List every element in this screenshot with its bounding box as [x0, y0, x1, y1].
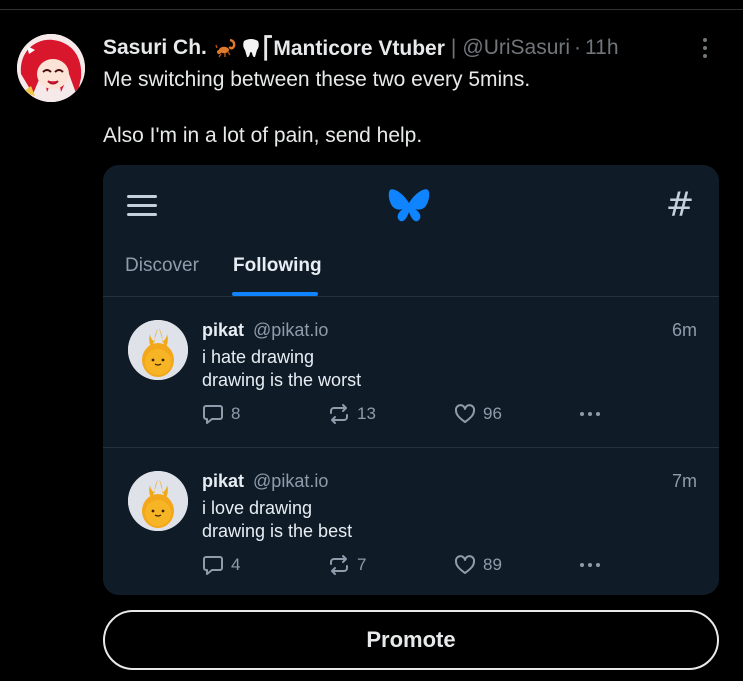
reply-count: 8: [231, 404, 241, 423]
active-tab-indicator: [232, 292, 318, 296]
post-body-line: drawing is the best: [202, 521, 353, 541]
like-action: 89: [454, 553, 502, 577]
tab-discover: Discover: [125, 255, 199, 276]
like-icon: [454, 404, 476, 423]
author-avatar[interactable]: [17, 34, 85, 102]
tooth-emoji-icon: [241, 37, 261, 59]
promote-button[interactable]: Promote: [103, 610, 719, 670]
repost-action: 7: [328, 553, 366, 577]
post-author-name: pikat: [202, 320, 245, 340]
hashtag-icon: #: [665, 185, 695, 225]
post-body-line: i hate drawing: [202, 347, 315, 367]
post-more-icon: [580, 402, 600, 426]
post-avatar: [128, 471, 188, 531]
post-header: pikat @pikat.io: [202, 320, 328, 341]
tweet-text-line: Me switching between these two every 5mi…: [103, 68, 531, 91]
author-display-name-suffix[interactable]: ⎡Manticore Vtuber: [263, 36, 445, 61]
repost-action: 13: [328, 402, 376, 426]
post-body: i love drawing drawing is the best: [202, 497, 352, 543]
post-header: pikat @pikat.io: [202, 471, 328, 492]
post-body-line: drawing is the worst: [202, 370, 362, 390]
post-actions: 8 13 96: [202, 402, 622, 426]
more-options-icon[interactable]: [694, 36, 716, 60]
post-actions: 4 7 89: [202, 553, 622, 577]
post-author-handle: @pikat.io: [253, 320, 329, 340]
author-display-name[interactable]: Sasuri Ch.: [103, 36, 207, 60]
embedded-image-card[interactable]: # Discover Following pikat @pikat.io 6m: [103, 165, 719, 595]
feed-post: pikat @pikat.io 7m i love drawing drawin…: [103, 449, 719, 595]
post-avatar: [128, 320, 188, 380]
post-body-line: i love drawing: [202, 498, 313, 518]
tab-following: Following: [233, 255, 322, 276]
post-timestamp: 6m: [671, 320, 697, 340]
header-separator: |: [450, 36, 457, 59]
repost-count: 13: [357, 404, 376, 423]
tweet-text-spacer: [103, 94, 530, 122]
post-body: i hate drawing drawing is the worst: [202, 346, 361, 392]
tweet-timestamp[interactable]: 11h: [585, 36, 618, 60]
like-icon: [454, 555, 476, 574]
post-timestamp: 7m: [671, 471, 697, 491]
tweet-text: Me switching between these two every 5mi…: [103, 66, 530, 150]
post-author-handle: @pikat.io: [253, 471, 329, 491]
like-count: 89: [483, 555, 502, 574]
scorpion-emoji-icon: [215, 37, 237, 59]
reply-action: 4: [202, 553, 240, 577]
post-more-icon: [580, 553, 600, 577]
tweet-header: Sasuri Ch. ⎡Manticore Vtuber | @UriSasur…: [103, 34, 619, 62]
author-handle[interactable]: @UriSasuri: [462, 36, 570, 60]
header-dot: ·: [574, 36, 582, 59]
like-count: 96: [483, 404, 502, 423]
feed-tabs: Discover Following: [103, 245, 719, 297]
reply-action: 8: [202, 402, 240, 426]
post-author-name: pikat: [202, 471, 245, 491]
repost-icon: [330, 555, 348, 575]
reply-count: 4: [231, 555, 241, 574]
repost-count: 7: [357, 555, 367, 574]
like-action: 96: [454, 402, 502, 426]
tweet-text-line: Also I'm in a lot of pain, send help.: [103, 124, 423, 147]
reply-icon: [203, 405, 223, 424]
top-divider: [0, 9, 743, 10]
butterfly-logo-icon: [387, 187, 431, 227]
feed-post: pikat @pikat.io 6m i hate drawing drawin…: [103, 298, 719, 448]
repost-icon: [330, 404, 348, 424]
menu-icon: [127, 195, 157, 217]
reply-icon: [203, 556, 223, 575]
